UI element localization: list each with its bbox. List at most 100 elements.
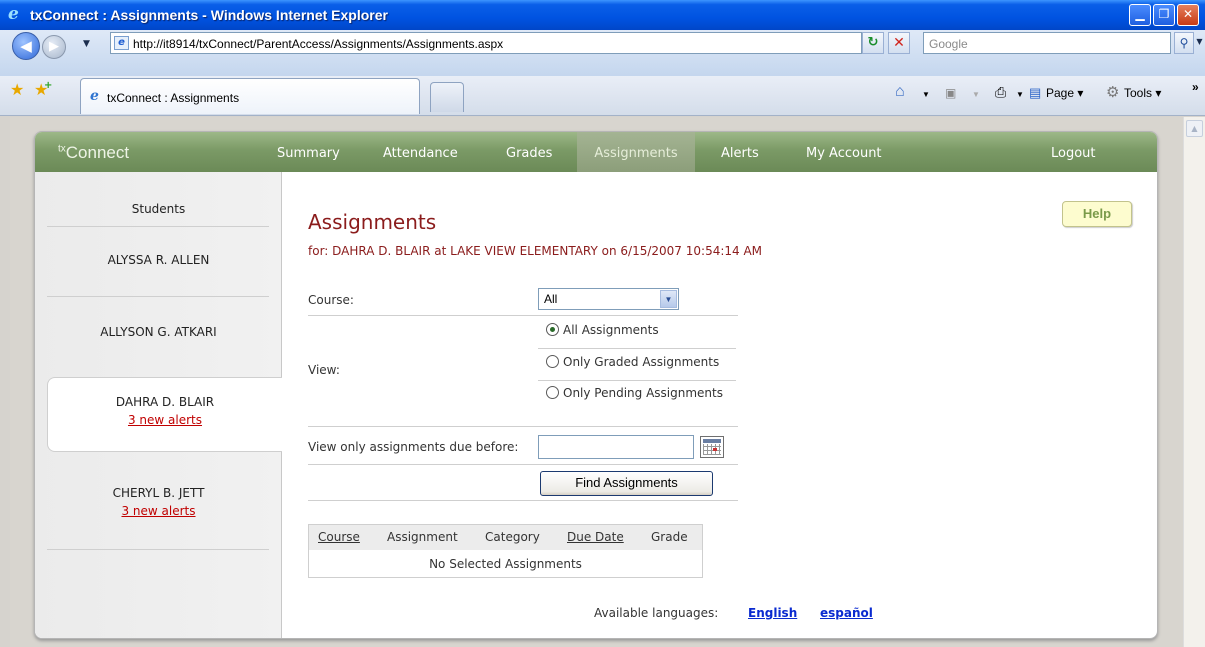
student-dahra-blair[interactable]: DAHRA D. BLAIR 3 new alerts bbox=[47, 377, 282, 452]
course-select[interactable]: All ▼ bbox=[538, 288, 679, 310]
window-title-bar[interactable]: e txConnect : Assignments - Windows Inte… bbox=[0, 0, 1205, 30]
add-favorite-icon[interactable]: ★ + bbox=[34, 80, 52, 99]
page-title: Assignments bbox=[308, 210, 437, 234]
tab-label: txConnect : Assignments bbox=[107, 91, 240, 105]
maximize-button[interactable]: ❐ bbox=[1153, 4, 1175, 26]
vertical-scrollbar[interactable]: ▲ bbox=[1183, 117, 1205, 647]
search-options-dropdown-icon[interactable]: ▼ bbox=[1194, 32, 1205, 54]
new-tab-button[interactable] bbox=[430, 82, 464, 112]
txconnect-logo: txConnect bbox=[58, 143, 130, 162]
nav-my-account[interactable]: My Account bbox=[806, 146, 882, 161]
column-assignment: Assignment bbox=[387, 530, 458, 544]
help-button[interactable]: Help bbox=[1062, 201, 1132, 227]
nav-assignments[interactable]: Assignments bbox=[577, 132, 695, 172]
ie-page-icon: e bbox=[90, 88, 99, 104]
assignments-table: Course Assignment Category Due Date Grad… bbox=[308, 524, 703, 578]
tab-bar: ★ ★ + e txConnect : Assignments ⌂ ▼ ▣ ▼ ⎙… bbox=[0, 76, 1205, 116]
students-heading: Students bbox=[131, 202, 186, 216]
column-course[interactable]: Course bbox=[318, 530, 360, 544]
page-icon: e bbox=[114, 36, 129, 50]
favorites-star-icon[interactable]: ★ bbox=[10, 80, 24, 99]
tools-menu[interactable]: Tools ▾ bbox=[1124, 86, 1161, 100]
nav-summary[interactable]: Summary bbox=[277, 146, 340, 161]
search-icon[interactable]: ⚲ bbox=[1174, 32, 1194, 54]
tools-gear-icon: ⚙ bbox=[1106, 84, 1120, 101]
feeds-icon[interactable]: ▣ bbox=[945, 86, 956, 100]
nav-grades[interactable]: Grades bbox=[506, 146, 552, 161]
languages-label: Available languages: bbox=[594, 606, 719, 620]
column-category: Category bbox=[485, 530, 540, 544]
stop-button[interactable]: ✕ bbox=[888, 32, 910, 54]
student-allyson-atkari[interactable]: ALLYSON G. ATKARI bbox=[35, 325, 282, 339]
course-selected-value: All bbox=[544, 292, 558, 306]
app-header: txConnect Summary Attendance Grades Assi… bbox=[35, 132, 1157, 172]
forward-button[interactable]: ▶ bbox=[42, 35, 66, 59]
url-text: http://it8914/txConnect/ParentAccess/Ass… bbox=[133, 37, 504, 51]
due-before-date-input[interactable] bbox=[538, 435, 694, 459]
calendar-icon[interactable] bbox=[700, 436, 724, 458]
empty-message: No Selected Assignments bbox=[429, 557, 582, 571]
scroll-up-icon[interactable]: ▲ bbox=[1186, 120, 1203, 137]
txconnect-app: txConnect Summary Attendance Grades Assi… bbox=[34, 131, 1158, 639]
student-name[interactable]: CHERYL B. JETT bbox=[113, 486, 205, 500]
column-due-date[interactable]: Due Date bbox=[567, 530, 624, 544]
students-sidebar: Students ALYSSA R. ALLEN ALLYSON G. ATKA… bbox=[35, 172, 282, 638]
view-option-graded[interactable]: Only Graded Assignments bbox=[546, 355, 719, 369]
nav-logout[interactable]: Logout bbox=[1051, 146, 1096, 161]
radio-unchecked-icon[interactable] bbox=[546, 386, 559, 399]
ie-logo-icon: e bbox=[8, 4, 19, 24]
print-icon[interactable]: ⎙ bbox=[995, 84, 1006, 101]
window-title: txConnect : Assignments - Windows Intern… bbox=[30, 7, 388, 23]
page-subtitle: for: DAHRA D. BLAIR at LAKE VIEW ELEMENT… bbox=[308, 244, 763, 258]
nav-alerts[interactable]: Alerts bbox=[721, 146, 759, 161]
page-menu-icon: ▤ bbox=[1029, 85, 1042, 100]
language-english-link[interactable]: English bbox=[748, 606, 797, 620]
student-name[interactable]: DAHRA D. BLAIR bbox=[116, 395, 214, 409]
home-dropdown-icon[interactable]: ▼ bbox=[922, 90, 930, 99]
column-grade: Grade bbox=[651, 530, 688, 544]
view-label: View: bbox=[308, 363, 340, 377]
student-name[interactable]: ALLYSON G. ATKARI bbox=[100, 325, 216, 339]
student-alerts-link[interactable]: 3 new alerts bbox=[48, 413, 282, 427]
home-icon[interactable]: ⌂ bbox=[895, 83, 905, 101]
divider bbox=[47, 296, 269, 297]
student-name[interactable]: ALYSSA R. ALLEN bbox=[108, 253, 210, 267]
divider bbox=[308, 315, 738, 316]
address-toolbar: ◀ ▶ ▼ e http://it8914/txConnect/ParentAc… bbox=[0, 30, 1205, 76]
search-input[interactable]: Google bbox=[923, 32, 1171, 54]
address-field[interactable]: e http://it8914/txConnect/ParentAccess/A… bbox=[110, 32, 964, 54]
search-placeholder: Google bbox=[929, 37, 968, 51]
radio-checked-icon[interactable] bbox=[546, 323, 559, 336]
divider bbox=[308, 464, 738, 465]
more-commands-chevron-icon[interactable]: » bbox=[1192, 80, 1199, 94]
divider bbox=[47, 549, 269, 550]
page-viewport: txConnect Summary Attendance Grades Assi… bbox=[10, 117, 1183, 647]
language-spanish-link[interactable]: español bbox=[820, 606, 873, 620]
table-header: Course Assignment Category Due Date Grad… bbox=[309, 525, 702, 550]
student-cheryl-jett[interactable]: CHERYL B. JETT 3 new alerts bbox=[35, 486, 282, 518]
divider bbox=[538, 348, 736, 349]
recent-pages-dropdown-icon[interactable]: ▼ bbox=[83, 39, 90, 49]
page-menu[interactable]: Page ▾ bbox=[1046, 86, 1083, 100]
radio-unchecked-icon[interactable] bbox=[546, 355, 559, 368]
close-button[interactable]: ✕ bbox=[1177, 4, 1199, 26]
chevron-down-icon[interactable]: ▼ bbox=[660, 290, 677, 308]
divider bbox=[538, 380, 736, 381]
find-assignments-button[interactable]: Find Assignments bbox=[540, 471, 713, 496]
divider bbox=[47, 226, 269, 227]
course-label: Course: bbox=[308, 293, 354, 307]
tab-txconnect-assignments[interactable]: e txConnect : Assignments bbox=[80, 78, 420, 114]
main-content: Help Assignments for: DAHRA D. BLAIR at … bbox=[283, 172, 1157, 638]
view-option-pending[interactable]: Only Pending Assignments bbox=[546, 386, 723, 400]
view-option-all[interactable]: All Assignments bbox=[546, 323, 659, 337]
student-alyssa-allen[interactable]: ALYSSA R. ALLEN bbox=[35, 253, 282, 267]
refresh-button[interactable]: ↻ bbox=[862, 32, 884, 54]
minimize-button[interactable]: ▁ bbox=[1129, 4, 1151, 26]
student-alerts-link[interactable]: 3 new alerts bbox=[35, 504, 282, 518]
feeds-dropdown-icon[interactable]: ▼ bbox=[972, 90, 980, 99]
nav-attendance[interactable]: Attendance bbox=[383, 146, 458, 161]
back-button[interactable]: ◀ bbox=[12, 32, 40, 60]
divider bbox=[308, 426, 738, 427]
print-dropdown-icon[interactable]: ▼ bbox=[1016, 90, 1024, 99]
divider bbox=[308, 500, 738, 501]
